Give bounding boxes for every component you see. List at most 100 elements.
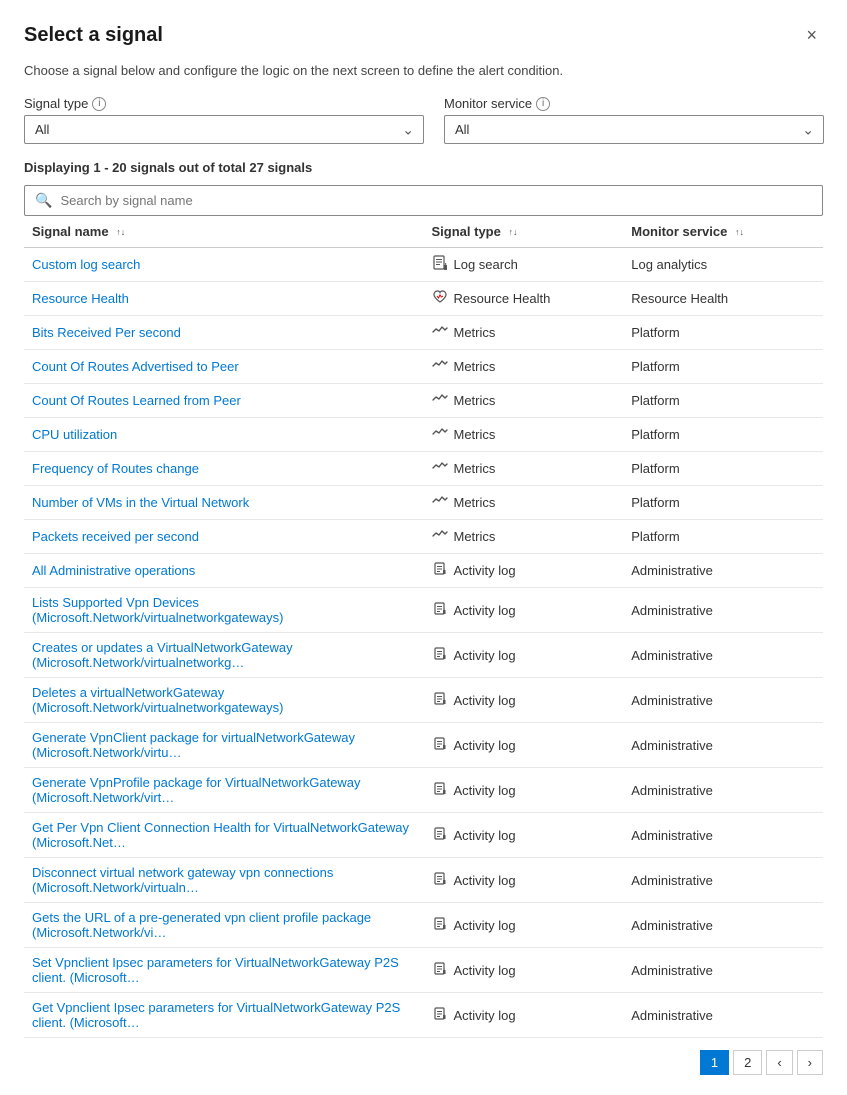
metrics-icon xyxy=(432,527,448,546)
signal-name-cell: Number of VMs in the Virtual Network xyxy=(24,486,424,520)
signal-type-label: Resource Health xyxy=(454,291,551,306)
signal-type-label: Metrics xyxy=(454,393,496,408)
signal-name-link[interactable]: Generate VpnClient package for virtualNe… xyxy=(32,730,355,760)
signal-type-label: Metrics xyxy=(454,461,496,476)
signal-name-link[interactable]: Bits Received Per second xyxy=(32,325,181,340)
signal-name-link[interactable]: Count Of Routes Advertised to Peer xyxy=(32,359,239,374)
signal-name-link[interactable]: Creates or updates a VirtualNetworkGatew… xyxy=(32,640,293,670)
signal-type-label: Metrics xyxy=(454,529,496,544)
signal-type-cell: Metrics xyxy=(424,350,624,384)
signal-name-cell: Count Of Routes Advertised to Peer xyxy=(24,350,424,384)
signal-name-link[interactable]: All Administrative operations xyxy=(32,563,195,578)
signal-name-link[interactable]: Get Vpnclient Ipsec parameters for Virtu… xyxy=(32,1000,400,1030)
page-2-button[interactable]: 2 xyxy=(733,1050,762,1075)
activity-icon xyxy=(432,961,448,980)
monitor-service-cell: Platform xyxy=(623,316,823,350)
signal-name-link[interactable]: Custom log search xyxy=(32,257,140,272)
activity-icon xyxy=(432,646,448,665)
table-row: CPU utilization Metrics Platform xyxy=(24,418,823,452)
signal-type-label: Metrics xyxy=(454,325,496,340)
search-icon: 🔍 xyxy=(35,192,52,209)
signal-type-cell: Activity log xyxy=(424,858,624,903)
signal-name-link[interactable]: Gets the URL of a pre-generated vpn clie… xyxy=(32,910,371,940)
table-row: Get Per Vpn Client Connection Health for… xyxy=(24,813,823,858)
monitor-service-cell: Administrative xyxy=(623,723,823,768)
monitor-service-info-icon[interactable]: i xyxy=(536,97,550,111)
monitor-service-cell: Administrative xyxy=(623,903,823,948)
signal-name-link[interactable]: Number of VMs in the Virtual Network xyxy=(32,495,249,510)
metrics-icon xyxy=(432,391,448,410)
monitor-service-dropdown-wrapper: All Platform Log analytics Resource Heal… xyxy=(444,115,824,144)
signal-type-cell: Metrics xyxy=(424,384,624,418)
monitor-service-cell: Administrative xyxy=(623,588,823,633)
signal-type-cell: Activity log xyxy=(424,993,624,1038)
count-text: Displaying 1 - 20 signals out of total 2… xyxy=(24,160,823,175)
signal-type-cell: Activity log xyxy=(424,903,624,948)
next-page-button[interactable]: › xyxy=(797,1050,823,1075)
table-row: Generate VpnProfile package for VirtualN… xyxy=(24,768,823,813)
activity-icon xyxy=(432,826,448,845)
col-header-monitor-service[interactable]: Monitor service ↑↓ xyxy=(623,216,823,248)
signal-type-cell: Metrics xyxy=(424,452,624,486)
panel-header: Select a signal × xyxy=(24,24,823,47)
signal-name-link[interactable]: Set Vpnclient Ipsec parameters for Virtu… xyxy=(32,955,399,985)
signal-type-info-icon[interactable]: i xyxy=(92,97,106,111)
monitor-service-cell: Platform xyxy=(623,384,823,418)
signal-type-cell: Activity log xyxy=(424,554,624,588)
signal-name-link[interactable]: Deletes a virtualNetworkGateway (Microso… xyxy=(32,685,283,715)
prev-page-button[interactable]: ‹ xyxy=(766,1050,792,1075)
signal-name-link[interactable]: Frequency of Routes change xyxy=(32,461,199,476)
signal-type-cell: Activity log xyxy=(424,678,624,723)
table-row: All Administrative operations Activity l… xyxy=(24,554,823,588)
monitor-service-cell: Resource Health xyxy=(623,282,823,316)
search-input[interactable] xyxy=(60,193,812,208)
signal-type-group: Signal type i All Metrics Activity log L… xyxy=(24,96,424,144)
close-button[interactable]: × xyxy=(800,24,823,46)
activity-icon xyxy=(432,561,448,580)
pagination: 1 2 ‹ › xyxy=(24,1050,823,1075)
signal-name-link[interactable]: Lists Supported Vpn Devices (Microsoft.N… xyxy=(32,595,283,625)
col-header-signal-type[interactable]: Signal type ↑↓ xyxy=(424,216,624,248)
signal-name-link[interactable]: Get Per Vpn Client Connection Health for… xyxy=(32,820,409,850)
monitor-service-cell: Platform xyxy=(623,418,823,452)
signal-type-label: Activity log xyxy=(454,873,516,888)
monitor-service-cell: Administrative xyxy=(623,813,823,858)
signal-name-link[interactable]: Count Of Routes Learned from Peer xyxy=(32,393,241,408)
table-row: Gets the URL of a pre-generated vpn clie… xyxy=(24,903,823,948)
signal-name-cell: Deletes a virtualNetworkGateway (Microso… xyxy=(24,678,424,723)
signal-type-cell: Log search xyxy=(424,248,624,282)
signal-type-cell: Metrics xyxy=(424,418,624,452)
signal-type-label: Activity log xyxy=(454,1008,516,1023)
table-row: Lists Supported Vpn Devices (Microsoft.N… xyxy=(24,588,823,633)
signal-type-sort-icon: ↑↓ xyxy=(508,228,517,237)
activity-icon xyxy=(432,916,448,935)
table-row: Get Vpnclient Ipsec parameters for Virtu… xyxy=(24,993,823,1038)
search-box: 🔍 xyxy=(24,185,823,216)
activity-icon xyxy=(432,871,448,890)
monitor-service-cell: Administrative xyxy=(623,678,823,723)
activity-icon xyxy=(432,601,448,620)
page-1-button[interactable]: 1 xyxy=(700,1050,729,1075)
table-row: Count Of Routes Learned from Peer Metric… xyxy=(24,384,823,418)
signal-name-link[interactable]: CPU utilization xyxy=(32,427,117,442)
monitor-service-cell: Administrative xyxy=(623,948,823,993)
col-header-signal-name[interactable]: Signal name ↑↓ xyxy=(24,216,424,248)
signal-type-cell: Metrics xyxy=(424,316,624,350)
signal-type-cell: Activity log xyxy=(424,813,624,858)
signal-name-link[interactable]: Disconnect virtual network gateway vpn c… xyxy=(32,865,333,895)
signal-name-link[interactable]: Resource Health xyxy=(32,291,129,306)
signal-name-link[interactable]: Generate VpnProfile package for VirtualN… xyxy=(32,775,361,805)
signal-type-select[interactable]: All Metrics Activity log Log search Reso… xyxy=(24,115,424,144)
table-row: Creates or updates a VirtualNetworkGatew… xyxy=(24,633,823,678)
signal-name-link[interactable]: Packets received per second xyxy=(32,529,199,544)
signal-name-cell: Set Vpnclient Ipsec parameters for Virtu… xyxy=(24,948,424,993)
monitor-service-select[interactable]: All Platform Log analytics Resource Heal… xyxy=(444,115,824,144)
table-row: Number of VMs in the Virtual Network Met… xyxy=(24,486,823,520)
monitor-service-cell: Administrative xyxy=(623,993,823,1038)
select-signal-panel: Select a signal × Choose a signal below … xyxy=(0,0,847,1095)
signal-name-cell: All Administrative operations xyxy=(24,554,424,588)
activity-icon xyxy=(432,781,448,800)
signal-type-cell: Activity log xyxy=(424,588,624,633)
signal-type-label: Metrics xyxy=(454,495,496,510)
activity-icon xyxy=(432,1006,448,1025)
